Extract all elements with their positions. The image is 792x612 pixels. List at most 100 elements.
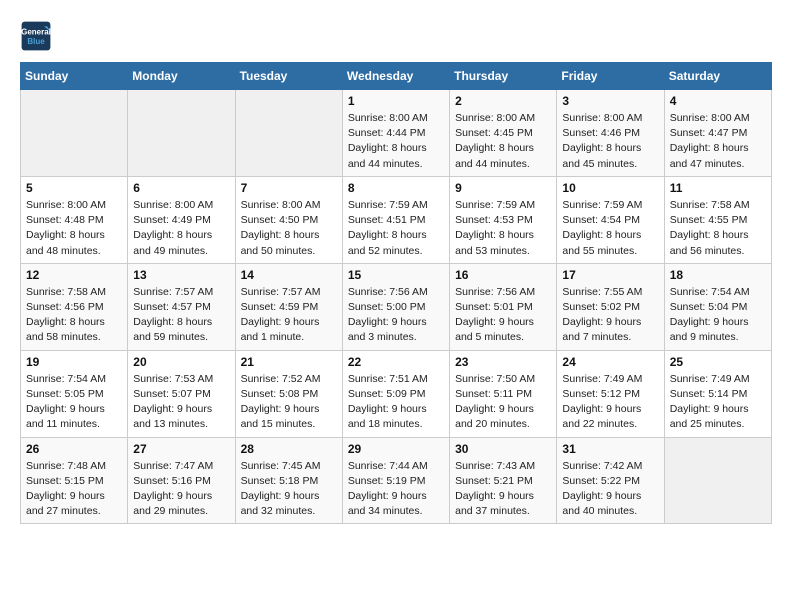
day-header-friday: Friday (557, 63, 664, 90)
calendar-cell: 25Sunrise: 7:49 AM Sunset: 5:14 PM Dayli… (664, 350, 771, 437)
calendar-cell: 15 Sunrise: 7:56 AM Sunset: 5:00 PM Dayli… (342, 263, 449, 350)
day-number: 30 (455, 442, 551, 456)
page-header: General Blue (20, 20, 772, 52)
week-row-2: 5 Sunrise: 8:00 AM Sunset: 4:48 PM Daylig… (21, 176, 772, 263)
day-number: 28 (241, 442, 337, 456)
day-number: 24 (562, 355, 658, 369)
calendar-cell: 8Sunrise: 7:59 AM Sunset: 4:51 PM Daylig… (342, 176, 449, 263)
calendar-cell: 24 Sunrise: 7:49 AM Sunset: 5:12 PM Dayli… (557, 350, 664, 437)
day-info: Sunrise: 7:42 AM Sunset: 5:22 PM Dayligh… (562, 459, 658, 520)
day-number: 12 (26, 268, 122, 282)
day-info: Sunrise: 7:58 AM Sunset: 4:55 PM Dayligh… (670, 198, 766, 259)
calendar-cell: 16 Sunrise: 7:56 AM Sunset: 5:01 PM Dayli… (450, 263, 557, 350)
day-number: 20 (133, 355, 229, 369)
calendar-cell: 3 Sunrise: 8:00 AM Sunset: 4:46 PM Daylig… (557, 90, 664, 177)
logo-icon: General Blue (20, 20, 52, 52)
calendar-cell: 14 Sunrise: 7:57 AM Sunset: 4:59 PM Dayli… (235, 263, 342, 350)
day-header-wednesday: Wednesday (342, 63, 449, 90)
day-number: 18 (670, 268, 766, 282)
svg-text:Blue: Blue (27, 37, 45, 46)
day-headers-row: SundayMondayTuesdayWednesdayThursdayFrid… (21, 63, 772, 90)
calendar-cell: 5 Sunrise: 8:00 AM Sunset: 4:48 PM Daylig… (21, 176, 128, 263)
calendar-cell: 13 Sunrise: 7:57 AM Sunset: 4:57 PM Dayli… (128, 263, 235, 350)
week-row-3: 12 Sunrise: 7:58 AM Sunset: 4:56 PM Dayli… (21, 263, 772, 350)
day-info: Sunrise: 7:49 AM Sunset: 5:12 PM Dayligh… (562, 372, 658, 433)
day-number: 16 (455, 268, 551, 282)
day-header-tuesday: Tuesday (235, 63, 342, 90)
calendar-cell: 12 Sunrise: 7:58 AM Sunset: 4:56 PM Dayli… (21, 263, 128, 350)
day-info: Sunrise: 7:48 AM Sunset: 5:15 PM Dayligh… (26, 459, 122, 520)
day-info: Sunrise: 7:59 AM Sunset: 4:53 PM Dayligh… (455, 198, 551, 259)
day-info: Sunrise: 7:57 AM Sunset: 4:59 PM Dayligh… (241, 285, 337, 346)
day-number: 17 (562, 268, 658, 282)
day-number: 27 (133, 442, 229, 456)
day-info: Sunrise: 7:51 AM Sunset: 5:09 PM Dayligh… (348, 372, 444, 433)
calendar-cell: 2Sunrise: 8:00 AM Sunset: 4:45 PM Daylig… (450, 90, 557, 177)
calendar-cell: 18 Sunrise: 7:54 AM Sunset: 5:04 PM Dayli… (664, 263, 771, 350)
calendar-body: 1Sunrise: 8:00 AM Sunset: 4:44 PM Daylig… (21, 90, 772, 524)
calendar-cell: 7Sunrise: 8:00 AM Sunset: 4:50 PM Daylig… (235, 176, 342, 263)
calendar-cell: 9 Sunrise: 7:59 AM Sunset: 4:53 PM Daylig… (450, 176, 557, 263)
calendar-cell: 6 Sunrise: 8:00 AM Sunset: 4:49 PM Daylig… (128, 176, 235, 263)
day-info: Sunrise: 8:00 AM Sunset: 4:46 PM Dayligh… (562, 111, 658, 172)
calendar-cell: 31 Sunrise: 7:42 AM Sunset: 5:22 PM Dayli… (557, 437, 664, 524)
day-number: 10 (562, 181, 658, 195)
day-number: 29 (348, 442, 444, 456)
day-header-sunday: Sunday (21, 63, 128, 90)
week-row-5: 26 Sunrise: 7:48 AM Sunset: 5:15 PM Dayli… (21, 437, 772, 524)
week-row-1: 1Sunrise: 8:00 AM Sunset: 4:44 PM Daylig… (21, 90, 772, 177)
calendar-cell: 30 Sunrise: 7:43 AM Sunset: 5:21 PM Dayli… (450, 437, 557, 524)
calendar-cell (128, 90, 235, 177)
calendar-cell (21, 90, 128, 177)
day-info: Sunrise: 7:57 AM Sunset: 4:57 PM Dayligh… (133, 285, 229, 346)
day-info: Sunrise: 7:45 AM Sunset: 5:18 PM Dayligh… (241, 459, 337, 520)
calendar-cell: 26 Sunrise: 7:48 AM Sunset: 5:15 PM Dayli… (21, 437, 128, 524)
day-info: Sunrise: 8:00 AM Sunset: 4:49 PM Dayligh… (133, 198, 229, 259)
day-number: 3 (562, 94, 658, 108)
day-info: Sunrise: 7:54 AM Sunset: 5:04 PM Dayligh… (670, 285, 766, 346)
day-info: Sunrise: 7:43 AM Sunset: 5:21 PM Dayligh… (455, 459, 551, 520)
day-number: 26 (26, 442, 122, 456)
calendar-header: SundayMondayTuesdayWednesdayThursdayFrid… (21, 63, 772, 90)
calendar-cell (664, 437, 771, 524)
calendar-cell: 17Sunrise: 7:55 AM Sunset: 5:02 PM Dayli… (557, 263, 664, 350)
day-number: 11 (670, 181, 766, 195)
calendar-cell: 20 Sunrise: 7:53 AM Sunset: 5:07 PM Dayli… (128, 350, 235, 437)
calendar-cell: 28 Sunrise: 7:45 AM Sunset: 5:18 PM Dayli… (235, 437, 342, 524)
day-info: Sunrise: 8:00 AM Sunset: 4:44 PM Dayligh… (348, 111, 444, 172)
day-info: Sunrise: 8:00 AM Sunset: 4:45 PM Dayligh… (455, 111, 551, 172)
day-number: 9 (455, 181, 551, 195)
day-info: Sunrise: 7:59 AM Sunset: 4:54 PM Dayligh… (562, 198, 658, 259)
day-number: 13 (133, 268, 229, 282)
calendar-cell (235, 90, 342, 177)
day-info: Sunrise: 7:58 AM Sunset: 4:56 PM Dayligh… (26, 285, 122, 346)
day-number: 6 (133, 181, 229, 195)
day-info: Sunrise: 7:47 AM Sunset: 5:16 PM Dayligh… (133, 459, 229, 520)
calendar-cell: 23 Sunrise: 7:50 AM Sunset: 5:11 PM Dayli… (450, 350, 557, 437)
day-info: Sunrise: 7:56 AM Sunset: 5:01 PM Dayligh… (455, 285, 551, 346)
day-number: 31 (562, 442, 658, 456)
calendar-cell: 11 Sunrise: 7:58 AM Sunset: 4:55 PM Dayli… (664, 176, 771, 263)
day-number: 25 (670, 355, 766, 369)
day-number: 4 (670, 94, 766, 108)
day-info: Sunrise: 7:50 AM Sunset: 5:11 PM Dayligh… (455, 372, 551, 433)
calendar-cell: 1Sunrise: 8:00 AM Sunset: 4:44 PM Daylig… (342, 90, 449, 177)
day-number: 8 (348, 181, 444, 195)
day-info: Sunrise: 7:53 AM Sunset: 5:07 PM Dayligh… (133, 372, 229, 433)
week-row-4: 19 Sunrise: 7:54 AM Sunset: 5:05 PM Dayli… (21, 350, 772, 437)
day-info: Sunrise: 8:00 AM Sunset: 4:47 PM Dayligh… (670, 111, 766, 172)
calendar-table: SundayMondayTuesdayWednesdayThursdayFrid… (20, 62, 772, 524)
day-number: 21 (241, 355, 337, 369)
day-number: 5 (26, 181, 122, 195)
day-number: 15 (348, 268, 444, 282)
day-number: 19 (26, 355, 122, 369)
day-info: Sunrise: 7:56 AM Sunset: 5:00 PM Dayligh… (348, 285, 444, 346)
day-info: Sunrise: 8:00 AM Sunset: 4:48 PM Dayligh… (26, 198, 122, 259)
day-number: 14 (241, 268, 337, 282)
calendar-cell: 22Sunrise: 7:51 AM Sunset: 5:09 PM Dayli… (342, 350, 449, 437)
day-header-monday: Monday (128, 63, 235, 90)
day-info: Sunrise: 7:44 AM Sunset: 5:19 PM Dayligh… (348, 459, 444, 520)
calendar-cell: 29 Sunrise: 7:44 AM Sunset: 5:19 PM Dayli… (342, 437, 449, 524)
day-number: 23 (455, 355, 551, 369)
day-info: Sunrise: 7:54 AM Sunset: 5:05 PM Dayligh… (26, 372, 122, 433)
